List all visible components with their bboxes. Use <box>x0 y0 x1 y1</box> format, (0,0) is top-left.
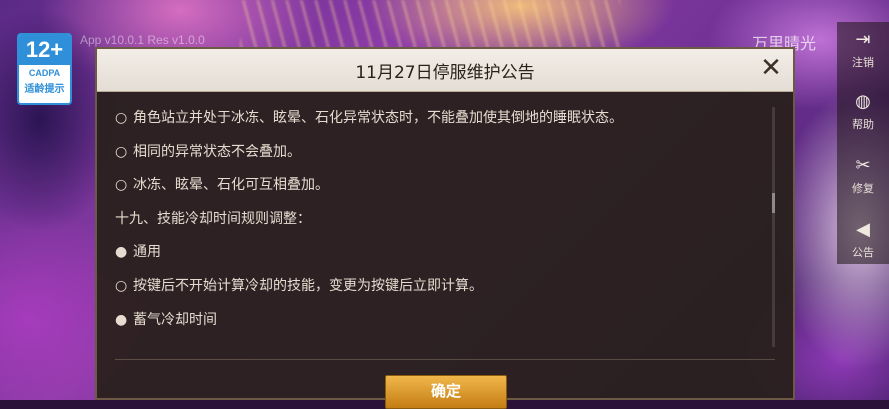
side-item-label: 帮助 <box>852 118 874 131</box>
list-item-text: 蓄气冷却时间 <box>133 311 217 328</box>
side-item-repair[interactable]: ✂ 修复 <box>837 156 889 196</box>
side-item-label: 公告 <box>852 246 874 259</box>
list-item-text: 通用 <box>133 244 161 261</box>
list-item: ○ 冰冻、眩晕、石化可互相叠加。 <box>115 174 755 208</box>
list-item: ● 蓄气冷却时间 <box>115 309 755 343</box>
help-icon: ◍ <box>855 91 871 112</box>
list-item-text: 按键后不开始计算冷却的技能，变更为按键后立即计算。 <box>133 277 483 294</box>
bullet-icon: ○ <box>115 177 128 194</box>
list-item-text: 角色站立并处于冰冻、眩晕、石化异常状态时，不能叠加使其倒地的睡眠状态。 <box>133 110 623 126</box>
age-rating-org: CADPA <box>28 68 61 78</box>
bullet-icon: ○ <box>115 277 128 294</box>
dialog-title: 11月27日停服维护公告 <box>355 63 535 83</box>
side-menu: ⇥ 注销 ◍ 帮助 ✂ 修复 ◀ 公告 <box>837 22 889 264</box>
fireworks-decoration <box>240 0 620 48</box>
side-item-announcement[interactable]: ◀ 公告 <box>837 220 889 260</box>
dialog-header: 11月27日停服维护公告 ✕ <box>97 49 793 92</box>
side-item-label: 修复 <box>852 182 874 195</box>
side-item-help[interactable]: ◍ 帮助 <box>837 92 889 132</box>
bullet-icon: ● <box>115 244 128 261</box>
list-item: ○ 相同的异常状态不会叠加。 <box>115 141 755 175</box>
side-item-label: 注销 <box>852 56 874 69</box>
divider <box>115 359 775 360</box>
list-item: ● 通用 <box>115 241 755 275</box>
megaphone-icon: ◀ <box>856 219 870 240</box>
bullet-icon: ● <box>115 311 128 328</box>
bullet-icon: ○ <box>115 110 128 126</box>
section-heading: 十九、技能冷却时间规则调整： <box>115 208 755 242</box>
wrench-icon: ✂ <box>855 155 871 176</box>
age-rating-number: 12+ <box>19 35 70 65</box>
section-heading-text: 十九、技能冷却时间规则调整： <box>115 210 311 227</box>
logout-icon: ⇥ <box>855 29 871 50</box>
list-item-text: 冰冻、眩晕、石化可互相叠加。 <box>133 177 329 194</box>
list-item: ○ 按键后不开始计算冷却的技能，变更为按键后立即计算。 <box>115 275 755 309</box>
scrollbar[interactable] <box>772 107 775 347</box>
announcement-dialog: 11月27日停服维护公告 ✕ ○ 角色站立并处于冰冻、眩晕、石化异常状态时，不能叠… <box>95 47 795 409</box>
scrollbar-thumb[interactable] <box>772 193 775 213</box>
announcement-content[interactable]: ○ 角色站立并处于冰冻、眩晕、石化异常状态时，不能叠加使其倒地的睡眠状态。 ○ 相同… <box>115 107 755 357</box>
list-item-text: 相同的异常状态不会叠加。 <box>133 143 301 160</box>
age-rating-tip: 适龄提示 <box>24 84 65 95</box>
close-button[interactable]: ✕ <box>755 53 787 85</box>
confirm-button[interactable]: 确定 <box>385 375 507 409</box>
age-rating-badge: 12+ CADPA 适龄提示 <box>17 33 72 105</box>
bullet-icon: ○ <box>115 143 128 160</box>
app-version-text: App v10.0.1 Res v1.0.0 <box>80 33 205 47</box>
side-item-logout[interactable]: ⇥ 注销 <box>837 30 889 70</box>
list-item: ○ 角色站立并处于冰冻、眩晕、石化异常状态时，不能叠加使其倒地的睡眠状态。 <box>115 107 755 141</box>
